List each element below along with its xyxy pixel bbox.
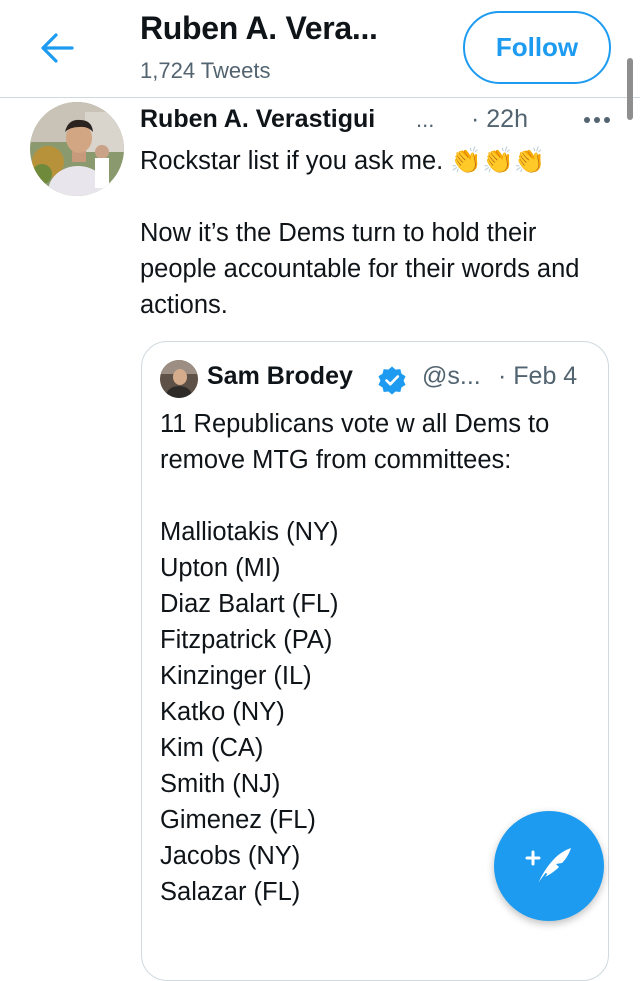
tweet-header: Ruben A. Verastigui ... · 22h <box>140 105 620 139</box>
verified-badge-icon <box>377 365 407 395</box>
quoted-author-avatar <box>160 360 198 398</box>
tweet-timestamp[interactable]: · 22h <box>471 105 528 134</box>
tweet-count: 1,724 Tweets <box>140 58 271 83</box>
quoted-author-name: Sam Brodey <box>207 362 353 390</box>
author-avatar[interactable] <box>30 102 124 196</box>
compose-tweet-button[interactable] <box>494 811 604 921</box>
tweet-author-name[interactable]: Ruben A. Verastigui <box>140 105 375 134</box>
follow-button[interactable]: Follow <box>463 11 611 84</box>
quoted-author-handle: @s... <box>422 362 481 390</box>
tweet-text: Rockstar list if you ask me. 👏👏👏 Now it’… <box>140 147 580 319</box>
scrollbar[interactable] <box>627 58 633 120</box>
author-name-ellipsis: ... <box>416 107 435 132</box>
compose-tweet-icon <box>525 848 571 887</box>
profile-name: Ruben A. Vera... <box>140 10 378 46</box>
arrow-left-icon <box>41 33 74 63</box>
more-horizontal-icon[interactable] <box>580 105 614 135</box>
back-button[interactable] <box>36 30 76 66</box>
profile-header: Ruben A. Vera... 1,724 Tweets Follow <box>0 0 640 98</box>
quoted-timestamp: · Feb 4 <box>498 362 578 390</box>
